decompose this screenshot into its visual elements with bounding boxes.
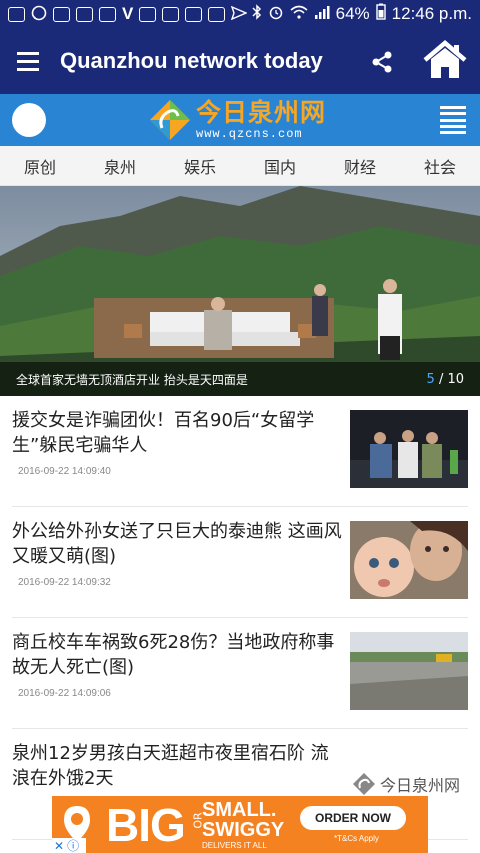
list-menu-icon[interactable] (440, 106, 466, 134)
slide-current: 5 (426, 371, 435, 387)
hero-caption: 全球首家无墙无顶酒店开业 抬头是天四面是 (16, 372, 248, 387)
share-icon[interactable] (368, 48, 396, 76)
news-item[interactable]: 外公给外孙女送了只巨大的泰迪熊 这画风又暖又萌(图) 2016-09-22 14… (12, 507, 468, 618)
brand-bar: 今日泉州网 www.qzcns.com (0, 94, 480, 146)
slide-total: / 10 (438, 371, 464, 387)
ad-close-icon[interactable]: ✕ (54, 840, 64, 852)
ad-big-text: BIG (106, 799, 186, 851)
tab-entertainment[interactable]: 娱乐 (160, 154, 240, 178)
notification-icon (8, 6, 25, 22)
app-title: Quanzhou network today (60, 48, 323, 73)
news-time: 2016-09-22 14:09:06 (18, 688, 111, 699)
news-thumbnail[interactable] (350, 521, 468, 599)
tab-domestic[interactable]: 国内 (240, 154, 320, 178)
ad-brand-text: SWIGGY (202, 819, 285, 841)
news-thumbnail[interactable] (350, 410, 468, 488)
ad-info-icon[interactable]: ⓘ (67, 840, 79, 852)
ad-small-text: SMALL. (202, 799, 277, 821)
notification-icons: V (8, 4, 249, 24)
home-icon[interactable] (422, 40, 468, 80)
image-icon (76, 6, 93, 22)
wifi-icon (290, 4, 308, 24)
tab-quanzhou[interactable]: 泉州 (80, 154, 160, 178)
battery-icon (375, 3, 386, 25)
app-bar: Quanzhou network today (0, 28, 480, 94)
news-title[interactable]: 商丘校车车祸致6死28伤？当地政府称事故无人死亡(图) (12, 630, 344, 680)
deer-icon (185, 6, 203, 22)
watermark-logo-icon (353, 773, 375, 795)
deer-icon (162, 6, 180, 22)
tab-finance[interactable]: 财经 (320, 154, 400, 178)
news-time: 2016-09-22 14:09:40 (18, 466, 111, 477)
logo-mark-icon (150, 100, 190, 140)
ad-banner[interactable]: BIG OR SMALL. SWIGGY DELIVERS IT ALL ORD… (52, 796, 428, 853)
v-icon: V (122, 4, 134, 23)
system-status: 64% 12:46 p.m. (252, 3, 472, 25)
alarm-icon (268, 4, 284, 25)
battery-percent: 64% (335, 4, 370, 23)
tab-original[interactable]: 原创 (0, 154, 80, 178)
news-time: 2016-09-22 14:09:32 (18, 577, 111, 588)
news-thumbnail[interactable] (350, 632, 468, 710)
category-tabs: 原创 泉州 娱乐 国内 财经 社会 (0, 146, 480, 186)
site-watermark: 今日泉州网 (352, 772, 460, 796)
mail-icon (208, 6, 226, 22)
news-title[interactable]: 泉州12岁男孩白天逛超市夜里宿石阶 流浪在外饿2天 (12, 741, 344, 791)
ad-terms: *T&Cs Apply (334, 834, 379, 843)
news-item[interactable]: 援交女是诈骗团伙！百名90后“女留学生”躲民宅骗华人 2016-09-22 14… (12, 396, 468, 507)
hero-slider[interactable]: 全球首家无墙无顶酒店开业 抬头是天四面是 5 / 10 (0, 186, 480, 396)
user-avatar-button[interactable] (12, 103, 46, 137)
tab-society[interactable]: 社会 (400, 154, 480, 178)
deer-icon (139, 6, 157, 22)
whatsapp-icon (31, 5, 47, 24)
news-title[interactable]: 外公给外孙女送了只巨大的泰迪熊 这画风又暖又萌(图) (12, 519, 344, 569)
watermark-text: 今日泉州网 (380, 776, 461, 795)
news-item[interactable]: 商丘校车车祸致6死28伤？当地政府称事故无人死亡(图) 2016-09-22 1… (12, 618, 468, 729)
site-logo[interactable]: 今日泉州网 www.qzcns.com (148, 98, 348, 142)
gallery-icon (53, 6, 70, 22)
status-bar: V 64% 12:46 p.m. (0, 0, 480, 28)
menu-icon[interactable] (0, 28, 56, 94)
bluetooth-icon (252, 3, 262, 25)
send-icon (231, 5, 249, 23)
logo-url: www.qzcns.com (196, 127, 303, 141)
signal-icon (314, 4, 330, 24)
ad-controls: ✕ ⓘ (52, 838, 86, 853)
hero-caption-bar: 全球首家无墙无顶酒店开业 抬头是天四面是 5 / 10 (0, 362, 480, 396)
order-now-button[interactable]: ORDER NOW (300, 806, 406, 830)
news-title[interactable]: 援交女是诈骗团伙！百名90后“女留学生”躲民宅骗华人 (12, 408, 344, 458)
clock: 12:46 p.m. (391, 4, 472, 23)
mail-icon (99, 6, 116, 22)
logo-chinese-name: 今日泉州网 (196, 98, 327, 127)
ad-tagline: DELIVERS IT ALL (202, 841, 267, 850)
slide-counter: 5 / 10 (427, 372, 464, 387)
